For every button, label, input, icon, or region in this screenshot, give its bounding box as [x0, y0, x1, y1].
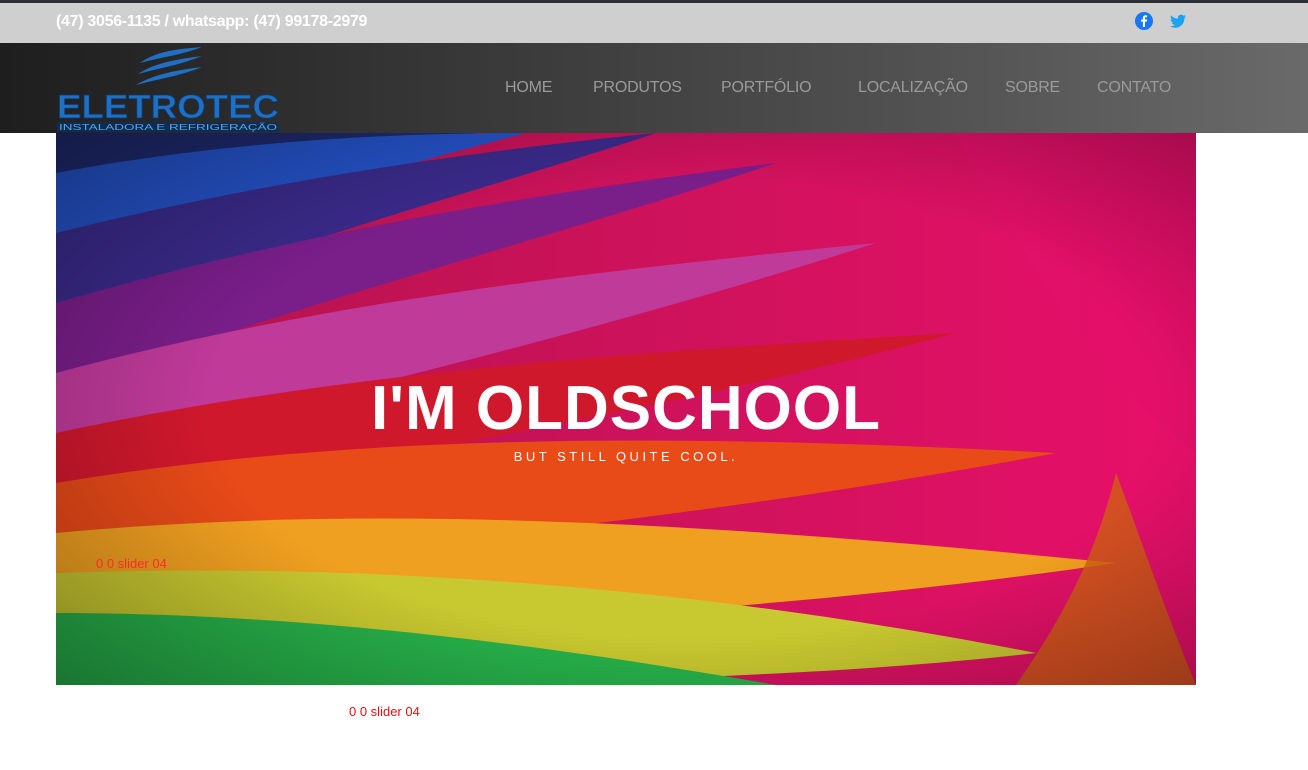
nav-item-contato[interactable]: CONTATO: [1097, 79, 1171, 97]
nav-item-produtos[interactable]: PRODUTOS: [593, 79, 682, 97]
main-nav: HOME PRODUTOS PORTFÓLIO LOCALIZAÇÃO SOBR…: [0, 79, 1308, 101]
nav-item-home[interactable]: HOME: [505, 79, 552, 97]
slider-label-below: 0 0 slider 04: [349, 704, 420, 719]
hero-slider[interactable]: I'M OLDSCHOOL BUT STILL QUITE COOL. 0 0 …: [56, 133, 1196, 685]
twitter-icon[interactable]: [1169, 12, 1187, 30]
nav-item-sobre[interactable]: SOBRE: [1005, 79, 1060, 97]
logo-tagline: INSTALADORA E REFRIGERAÇÃO: [59, 122, 278, 132]
facebook-icon[interactable]: [1135, 12, 1153, 30]
nav-item-portfolio[interactable]: PORTFÓLIO: [721, 79, 812, 97]
hero-subtitle: BUT STILL QUITE COOL.: [513, 449, 739, 464]
site-header: ELETROTEC INSTALADORA E REFRIGERAÇÃO HOM…: [0, 43, 1308, 133]
hero-title: I'M OLDSCHOOL: [371, 374, 881, 443]
contact-phones: (47) 3056-1135 / whatsapp: (47) 99178-29…: [56, 13, 368, 30]
topbar: (47) 3056-1135 / whatsapp: (47) 99178-29…: [0, 3, 1308, 43]
slider-label: 0 0 slider 04: [96, 556, 167, 571]
nav-item-localizacao[interactable]: LOCALIZAÇÃO: [858, 79, 968, 97]
